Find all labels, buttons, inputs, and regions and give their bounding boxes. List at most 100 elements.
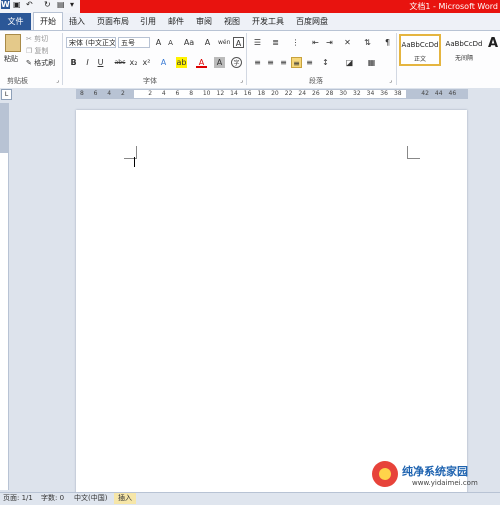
document-page[interactable] [76,110,467,495]
char-border-icon[interactable]: A [233,37,244,48]
italic-icon[interactable]: I [82,57,93,68]
char-shading-icon[interactable]: A [214,57,225,68]
font-name-select[interactable]: 宋体 (中文正文) [66,37,116,48]
underline-icon[interactable]: U [95,57,106,68]
paste-icon[interactable] [5,34,21,52]
group-separator [396,33,397,85]
tab-view[interactable]: 视图 [221,13,243,30]
ruler-tick-label: 4 [161,90,166,97]
copy-label: 复制 [34,47,49,55]
ruler-tick-label: 32 [353,90,361,97]
vertical-ruler-margin[interactable] [0,103,8,153]
highlight-icon[interactable]: ab [176,57,187,68]
status-word-count[interactable]: 字数: 0 [41,493,64,504]
ruler-tick-label: 20 [271,90,279,97]
word-logo-icon[interactable]: W [1,0,10,9]
grow-font-icon[interactable]: A [153,37,164,48]
paragraph-dialog-launcher-icon[interactable]: ⌟ [385,75,396,86]
print-preview-icon[interactable]: ▤ [57,0,65,9]
show-marks-icon[interactable]: ¶ [382,37,393,48]
save-icon[interactable]: ▣ [13,0,21,9]
tab-developer[interactable]: 开发工具 [249,13,287,30]
bullets-icon[interactable]: ☰ [252,37,263,48]
ruler-tick-label: 12 [216,90,225,97]
watermark-url: www.yidaimei.com [412,479,478,487]
style-sample: AaBbCcDd [445,40,483,48]
text-effects-icon[interactable]: A [158,57,169,68]
paste-button[interactable]: 粘贴 [4,54,18,64]
ruler-tick-label: 42 [421,90,429,97]
ruler-left-margin[interactable] [76,89,134,99]
customize-icon[interactable]: ▾ [70,0,74,9]
ruler-tick-label: 36 [380,90,388,97]
sort-icon[interactable]: ⇅ [362,37,373,48]
tab-home[interactable]: 开始 [33,12,63,30]
style-no-spacing[interactable]: AaBbCcDd 无间隔 [443,34,485,66]
ruler-tick-label: 8 [80,90,84,97]
ruler-tick-label: 18 [257,90,266,97]
borders-icon[interactable]: ▦ [366,57,377,68]
change-case-icon[interactable]: Aa [182,37,196,48]
tab-page-layout[interactable]: 页面布局 [94,13,132,30]
watermark-title: 纯净系统家园 [402,465,468,478]
clear-format-icon[interactable]: A [202,37,213,48]
style-name: 正文 [413,56,426,63]
strikethrough-icon[interactable]: abc [113,57,127,68]
shading-icon[interactable]: ◪ [344,57,355,68]
tab-file[interactable]: 文件 [0,13,31,30]
chinese-layout-icon[interactable]: ✕ [342,37,353,48]
phonetic-guide-icon[interactable]: wén [218,37,230,48]
text-cursor [134,157,135,167]
redo-icon[interactable]: ↻ [44,0,51,9]
tab-review[interactable]: 审阅 [193,13,215,30]
copy-button[interactable]: ❐ 复制 [26,46,49,56]
tab-baidu-netdisk[interactable]: 百度网盘 [293,13,331,30]
bold-icon[interactable]: B [68,57,79,68]
ruler-tick-label: 2 [120,90,125,97]
increase-indent-icon[interactable]: ⇥ [324,37,335,48]
ruler-tick-label: 26 [312,90,320,97]
ruler-tick-label: 28 [325,90,334,97]
align-center-icon[interactable]: ≡ [265,57,276,68]
distributed-icon[interactable]: ≡ [304,57,315,68]
ruler-tick-label: 10 [202,90,211,97]
tab-selector[interactable]: L [1,89,12,100]
ruler-tick-label: 6 [93,90,98,97]
ruler-tick-label: 24 [298,90,307,97]
style-sample: AaBbCcDd [401,41,439,49]
font-group-label: 字体 [143,77,157,85]
line-spacing-icon[interactable]: ↕ [320,57,331,68]
subscript-icon[interactable]: x₂ [128,57,139,68]
cut-button[interactable]: ✂ 剪切 [26,34,48,44]
numbering-icon[interactable]: ≣ [270,37,281,48]
vertical-ruler[interactable] [0,103,9,490]
decrease-indent-icon[interactable]: ⇤ [310,37,321,48]
tab-insert[interactable]: 插入 [66,13,88,30]
justify-icon[interactable]: ≡ [291,57,302,68]
format-painter-button[interactable]: ✎ 格式刷 [26,58,55,68]
status-insert-mode[interactable]: 插入 [114,493,136,504]
undo-icon[interactable]: ↶ [26,0,33,9]
status-language[interactable]: 中文(中国) [74,493,107,504]
style-normal[interactable]: AaBbCcDd 正文 [399,34,441,66]
enclose-char-icon[interactable]: 字 [231,57,242,68]
ruler-tick-label: 16 [243,90,252,97]
cut-label: 剪切 [34,35,49,43]
tab-references[interactable]: 引用 [137,13,159,30]
status-page[interactable]: 页面: 1/1 [3,493,33,504]
shrink-font-icon[interactable]: A [165,38,176,49]
ruler-tick-label: 6 [175,90,180,97]
style-sample: A [487,36,499,51]
tab-mailings[interactable]: 邮件 [165,13,187,30]
font-color-icon[interactable]: A [196,57,207,68]
ruler-tick-label: 2 [148,90,153,97]
superscript-icon[interactable]: x² [141,57,152,68]
align-left-icon[interactable]: ≡ [252,57,263,68]
font-size-select[interactable]: 五号 [118,37,150,48]
style-heading[interactable]: A [486,34,500,66]
ruler-tick-label: 46 [448,90,457,97]
align-right-icon[interactable]: ≡ [278,57,289,68]
multilevel-list-icon[interactable]: ⋮ [290,37,301,48]
ruler-tick-label: 30 [339,90,347,97]
crop-mark-top-right [407,146,420,159]
